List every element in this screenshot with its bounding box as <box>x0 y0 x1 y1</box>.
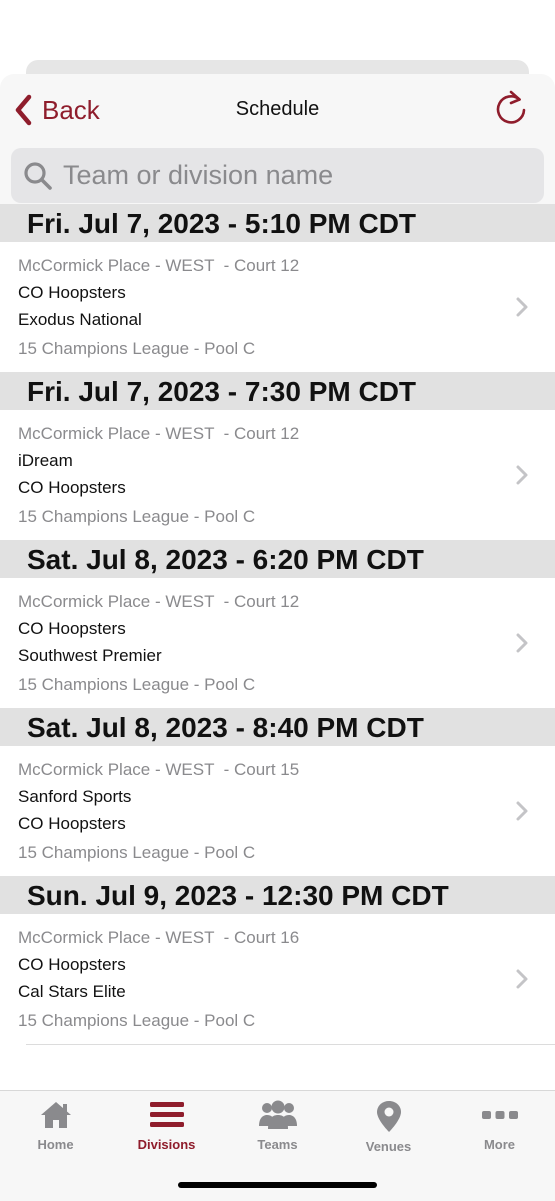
venue-label: McCormick Place - WEST - Court 12 <box>18 424 300 443</box>
search-icon <box>24 161 52 190</box>
team-away: CO Hoopsters <box>18 478 126 497</box>
tab-teams-label: Teams <box>257 1137 298 1152</box>
chevron-right-icon <box>516 465 528 485</box>
teams-icon <box>258 1100 297 1129</box>
team-away: CO Hoopsters <box>18 814 126 833</box>
league-label: 15 Champions League - Pool C <box>18 339 256 358</box>
divisions-icon <box>149 1102 184 1127</box>
venue-label: McCormick Place - WEST - Court 16 <box>18 928 300 947</box>
tab-home-label: Home <box>37 1137 74 1152</box>
search-input[interactable] <box>63 160 513 191</box>
game-section: Fri. Jul 7, 2023 - 7:30 PM CDT McCormick… <box>0 372 555 540</box>
navigation-bar: Back Schedule <box>0 74 555 147</box>
chevron-right-icon <box>516 297 528 317</box>
refresh-icon <box>496 90 526 124</box>
tab-more[interactable]: More <box>444 1099 555 1152</box>
team-away: Exodus National <box>18 310 142 329</box>
date-header: Sat. Jul 8, 2023 - 6:20 PM CDT <box>0 540 555 578</box>
team-home: iDream <box>18 451 73 470</box>
game-row[interactable]: McCormick Place - WEST - Court 12 CO Hoo… <box>0 242 555 372</box>
team-home: Sanford Sports <box>18 787 132 806</box>
list-divider <box>26 1044 555 1045</box>
tab-divisions-label: Divisions <box>137 1137 196 1152</box>
game-section: Sun. Jul 9, 2023 - 12:30 PM CDT McCormic… <box>0 876 555 1044</box>
chevron-right-icon <box>516 633 528 653</box>
venues-icon <box>376 1101 401 1132</box>
chevron-right-icon <box>516 969 528 989</box>
tab-home[interactable]: Home <box>0 1099 111 1152</box>
tab-more-label: More <box>483 1137 516 1152</box>
game-section: Sat. Jul 8, 2023 - 8:40 PM CDT McCormick… <box>0 708 555 876</box>
venue-label: McCormick Place - WEST - Court 12 <box>18 592 300 611</box>
chevron-right-icon <box>516 801 528 821</box>
page-title: Schedule <box>235 98 320 120</box>
team-home: CO Hoopsters <box>18 619 126 638</box>
game-row[interactable]: McCormick Place - WEST - Court 15 Sanfor… <box>0 746 555 876</box>
team-away: Southwest Premier <box>18 646 162 665</box>
refresh-button[interactable] <box>495 88 529 128</box>
league-label: 15 Champions League - Pool C <box>18 843 256 862</box>
schedule-list: Fri. Jul 7, 2023 - 5:10 PM CDT McCormick… <box>0 204 555 1045</box>
date-header: Fri. Jul 7, 2023 - 7:30 PM CDT <box>0 372 555 410</box>
team-home: CO Hoopsters <box>18 283 126 302</box>
game-section: Sat. Jul 8, 2023 - 6:20 PM CDT McCormick… <box>0 540 555 708</box>
more-icon <box>481 1111 518 1119</box>
game-section: Fri. Jul 7, 2023 - 5:10 PM CDT McCormick… <box>0 204 555 372</box>
game-row[interactable]: McCormick Place - WEST - Court 12 CO Hoo… <box>0 578 555 708</box>
team-home: CO Hoopsters <box>18 955 126 974</box>
search-bar[interactable] <box>11 148 544 203</box>
league-label: 15 Champions League - Pool C <box>18 507 256 526</box>
search-bar-container <box>0 146 555 204</box>
team-away: Cal Stars Elite <box>18 982 126 1001</box>
venue-label: McCormick Place - WEST - Court 15 <box>18 760 300 779</box>
tab-venues[interactable]: Venues <box>333 1099 444 1154</box>
venue-label: McCormick Place - WEST - Court 12 <box>18 256 300 275</box>
date-header: Fri. Jul 7, 2023 - 5:10 PM CDT <box>0 204 555 242</box>
home-icon <box>40 1102 71 1128</box>
league-label: 15 Champions League - Pool C <box>18 675 256 694</box>
home-indicator[interactable] <box>178 1182 377 1188</box>
date-header: Sun. Jul 9, 2023 - 12:30 PM CDT <box>0 876 555 914</box>
game-row[interactable]: McCormick Place - WEST - Court 12 iDream… <box>0 410 555 540</box>
tab-divisions[interactable]: Divisions <box>111 1099 222 1152</box>
tab-teams[interactable]: Teams <box>222 1099 333 1152</box>
tab-venues-label: Venues <box>365 1139 412 1154</box>
date-header: Sat. Jul 8, 2023 - 8:40 PM CDT <box>0 708 555 746</box>
schedule-sheet: Back Schedule Fri. Jul 7, 2023 - 5:10 PM… <box>0 74 555 1200</box>
game-row[interactable]: McCormick Place - WEST - Court 16 CO Hoo… <box>0 914 555 1044</box>
league-label: 15 Champions League - Pool C <box>18 1011 256 1030</box>
